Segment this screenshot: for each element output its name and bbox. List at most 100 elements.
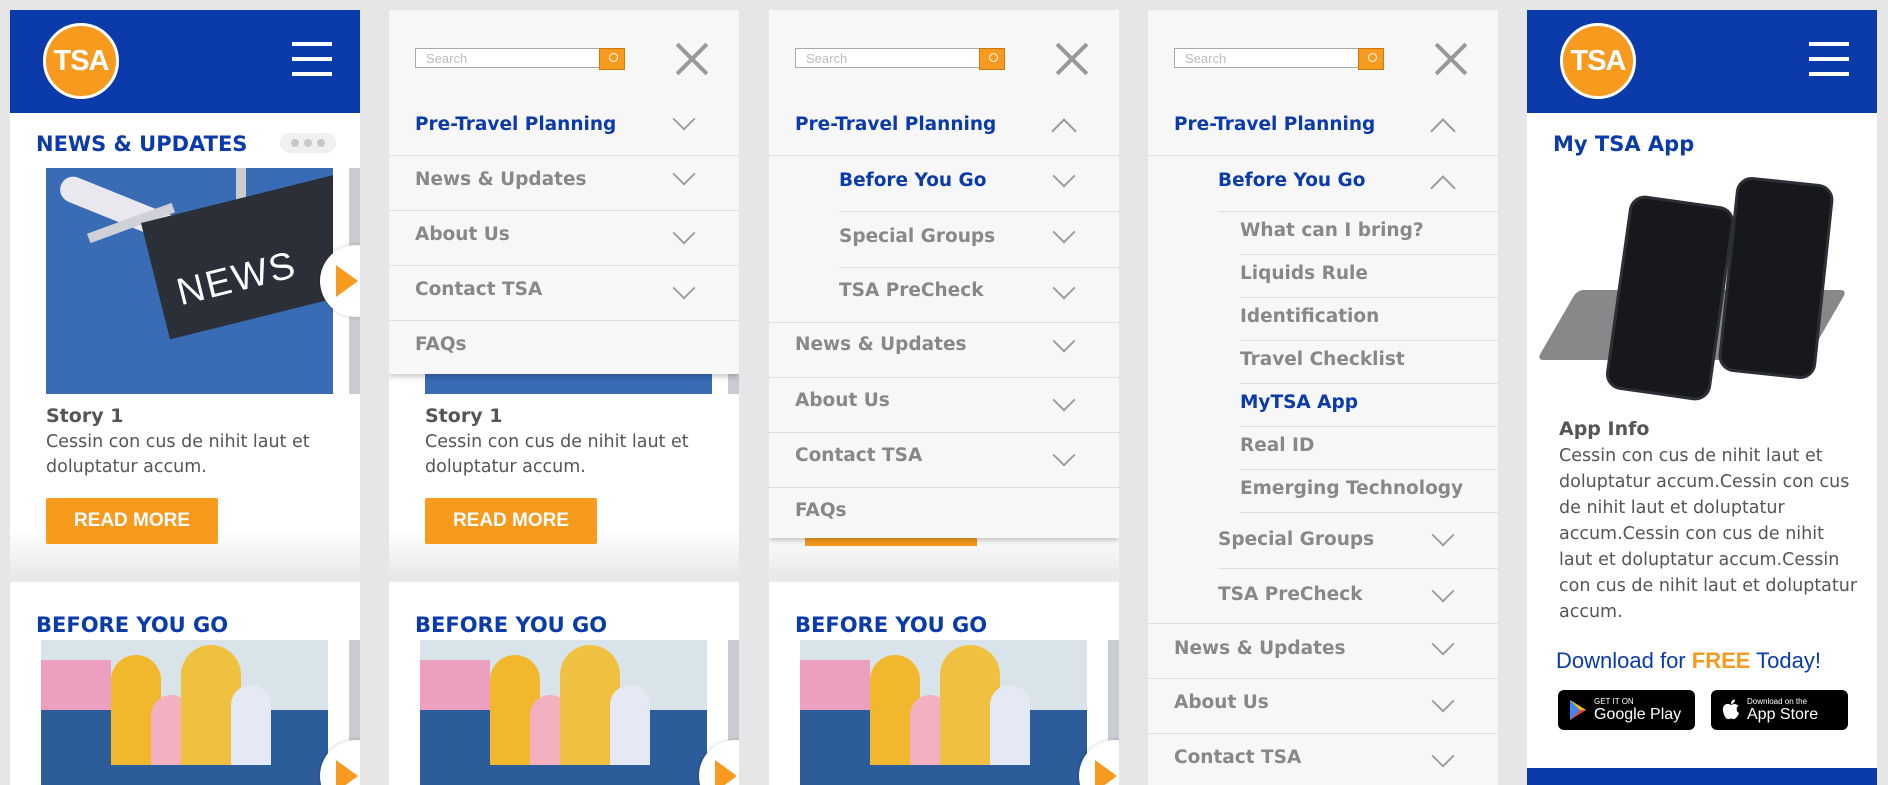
close-icon[interactable]	[1055, 42, 1089, 76]
chevron-down-icon	[1431, 689, 1455, 713]
submenu-label: Liquids Rule	[1240, 263, 1368, 284]
menu-label: FAQs	[795, 500, 847, 521]
chevron-down-icon	[672, 107, 696, 131]
submenu-item-active[interactable]: MyTSA App	[1240, 383, 1498, 427]
submenu-item[interactable]: Identification	[1240, 297, 1498, 341]
chevron-up-icon	[1051, 118, 1077, 144]
menu-item-news[interactable]: News & Updates	[769, 322, 1119, 378]
menu-item-before-you-go[interactable]: Before You Go	[839, 155, 1119, 212]
close-icon[interactable]	[675, 42, 709, 76]
submenu-item[interactable]: Emerging Technology	[1240, 469, 1498, 513]
search-icon[interactable]	[1358, 48, 1384, 70]
nav-menu: Search Pre-Travel Planning News & Update…	[389, 10, 739, 374]
menu-item-pre-travel[interactable]: Pre-Travel Planning	[389, 100, 739, 156]
submenu-label: What can I bring?	[1240, 220, 1424, 241]
carousel-dots[interactable]	[280, 133, 336, 153]
menu-item-contact[interactable]: Contact TSA	[769, 432, 1119, 488]
nav-menu: Search Pre-Travel Planning Before You Go…	[769, 10, 1119, 538]
menu-label: Before You Go	[1218, 170, 1366, 191]
section-title-news: NEWS & UPDATES	[36, 132, 248, 156]
chevron-down-icon	[1431, 523, 1455, 547]
google-play-button[interactable]: GET IT ON Google Play	[1558, 690, 1695, 730]
submenu-item[interactable]: What can I bring?	[1240, 211, 1498, 255]
menu-item-news[interactable]: News & Updates	[389, 155, 739, 211]
hamburger-menu-icon[interactable]	[1809, 42, 1849, 76]
chevron-down-icon	[1052, 220, 1076, 244]
story-text: Cessin con cus de nihit laut et doluptat…	[425, 432, 689, 477]
chevron-down-icon	[672, 276, 696, 300]
menu-label: News & Updates	[795, 334, 967, 355]
menu-label: Pre-Travel Planning	[795, 114, 997, 135]
page-title: My TSA App	[1553, 132, 1695, 156]
menu-item-news[interactable]: News & Updates	[1148, 623, 1498, 679]
chevron-down-icon	[1052, 329, 1076, 353]
google-play-icon	[1570, 700, 1586, 720]
menu-label: Contact TSA	[1174, 747, 1302, 768]
section-title-before-you-go: BEFORE YOU GO	[415, 613, 608, 637]
search-input[interactable]: Search	[795, 48, 981, 68]
tsa-logo[interactable]: TSA	[43, 23, 119, 99]
submenu-label: Travel Checklist	[1240, 349, 1405, 370]
chevron-down-icon	[672, 221, 696, 245]
screen-menu-expanded: BEFORE YOU GO Search Pre-Travel Planning…	[769, 10, 1119, 785]
read-more-button[interactable]: READ MORE	[46, 498, 218, 544]
menu-item-about[interactable]: About Us	[769, 377, 1119, 433]
menu-item-pre-travel[interactable]: Pre-Travel Planning	[769, 100, 1119, 156]
menu-label: About Us	[415, 224, 510, 245]
menu-item-pre-travel[interactable]: Pre-Travel Planning	[1148, 100, 1498, 156]
news-image: NEWS	[46, 168, 333, 394]
submenu-item[interactable]: Liquids Rule	[1240, 254, 1498, 298]
app-info-title: App Info	[1559, 418, 1650, 440]
screen-menu-collapsed: NEWS & UPDATES Story 1 Cessin con cus de…	[389, 10, 739, 785]
menu-item-special-groups[interactable]: Special Groups	[839, 211, 1119, 268]
menu-label: Special Groups	[1218, 529, 1375, 550]
chevron-down-icon	[1052, 164, 1076, 188]
search-icon[interactable]	[979, 48, 1005, 70]
site-header: TSA	[10, 10, 360, 113]
screen-menu-submenu: Search Pre-Travel Planning Before You Go…	[1148, 10, 1498, 785]
search-icon[interactable]	[599, 48, 625, 70]
chevron-down-icon	[1431, 632, 1455, 656]
chevron-down-icon	[1052, 443, 1076, 467]
menu-label: About Us	[795, 390, 890, 411]
app-store-button[interactable]: Download on the App Store	[1711, 690, 1848, 730]
menu-label: Special Groups	[839, 226, 996, 247]
section-title-before-you-go: BEFORE YOU GO	[36, 613, 229, 637]
menu-item-precheck[interactable]: TSA PreCheck	[1148, 568, 1498, 624]
app-info-text: Cessin con cus de nihit laut et doluptat…	[1559, 446, 1858, 622]
menu-item-special-groups[interactable]: Special Groups	[1218, 512, 1498, 569]
family-image	[800, 640, 1087, 785]
menu-label: Contact TSA	[415, 279, 543, 300]
menu-label: FAQs	[415, 334, 467, 355]
read-more-button[interactable]: READ MORE	[425, 498, 597, 544]
submenu-label: Emerging Technology	[1240, 478, 1464, 499]
menu-item-precheck[interactable]: TSA PreCheck	[769, 267, 1119, 323]
site-header: TSA	[1527, 10, 1877, 113]
menu-item-faqs[interactable]: FAQs	[769, 487, 1119, 538]
chevron-down-icon	[1052, 388, 1076, 412]
menu-item-faqs[interactable]: FAQs	[389, 320, 739, 374]
search-input[interactable]: Search	[415, 48, 601, 68]
story-title: Story 1	[425, 405, 503, 427]
menu-item-about[interactable]: About Us	[1148, 678, 1498, 734]
chevron-down-icon	[1052, 276, 1076, 300]
apple-icon	[1722, 699, 1739, 720]
family-image	[420, 640, 707, 785]
menu-item-before-you-go[interactable]: Before You Go	[1218, 155, 1498, 212]
chevron-up-icon	[1430, 118, 1456, 144]
screen-home: TSA NEWS & UPDATES NEWS Story 1 Cessin c…	[10, 10, 360, 785]
submenu-item[interactable]: Real ID	[1240, 426, 1498, 470]
section-title-before-you-go: BEFORE YOU GO	[795, 613, 988, 637]
submenu-item[interactable]: Travel Checklist	[1240, 340, 1498, 384]
menu-item-contact[interactable]: Contact TSA	[1148, 733, 1498, 785]
story-text: Cessin con cus de nihit laut et doluptat…	[46, 432, 310, 477]
menu-item-about[interactable]: About Us	[389, 210, 739, 266]
tsa-logo[interactable]: TSA	[1560, 23, 1636, 99]
menu-label: Pre-Travel Planning	[1174, 114, 1376, 135]
story-title: Story 1	[46, 405, 124, 427]
close-icon[interactable]	[1434, 42, 1468, 76]
menu-label: Pre-Travel Planning	[415, 114, 617, 135]
menu-item-contact[interactable]: Contact TSA	[389, 265, 739, 321]
search-input[interactable]: Search	[1174, 48, 1360, 68]
hamburger-menu-icon[interactable]	[292, 42, 332, 76]
